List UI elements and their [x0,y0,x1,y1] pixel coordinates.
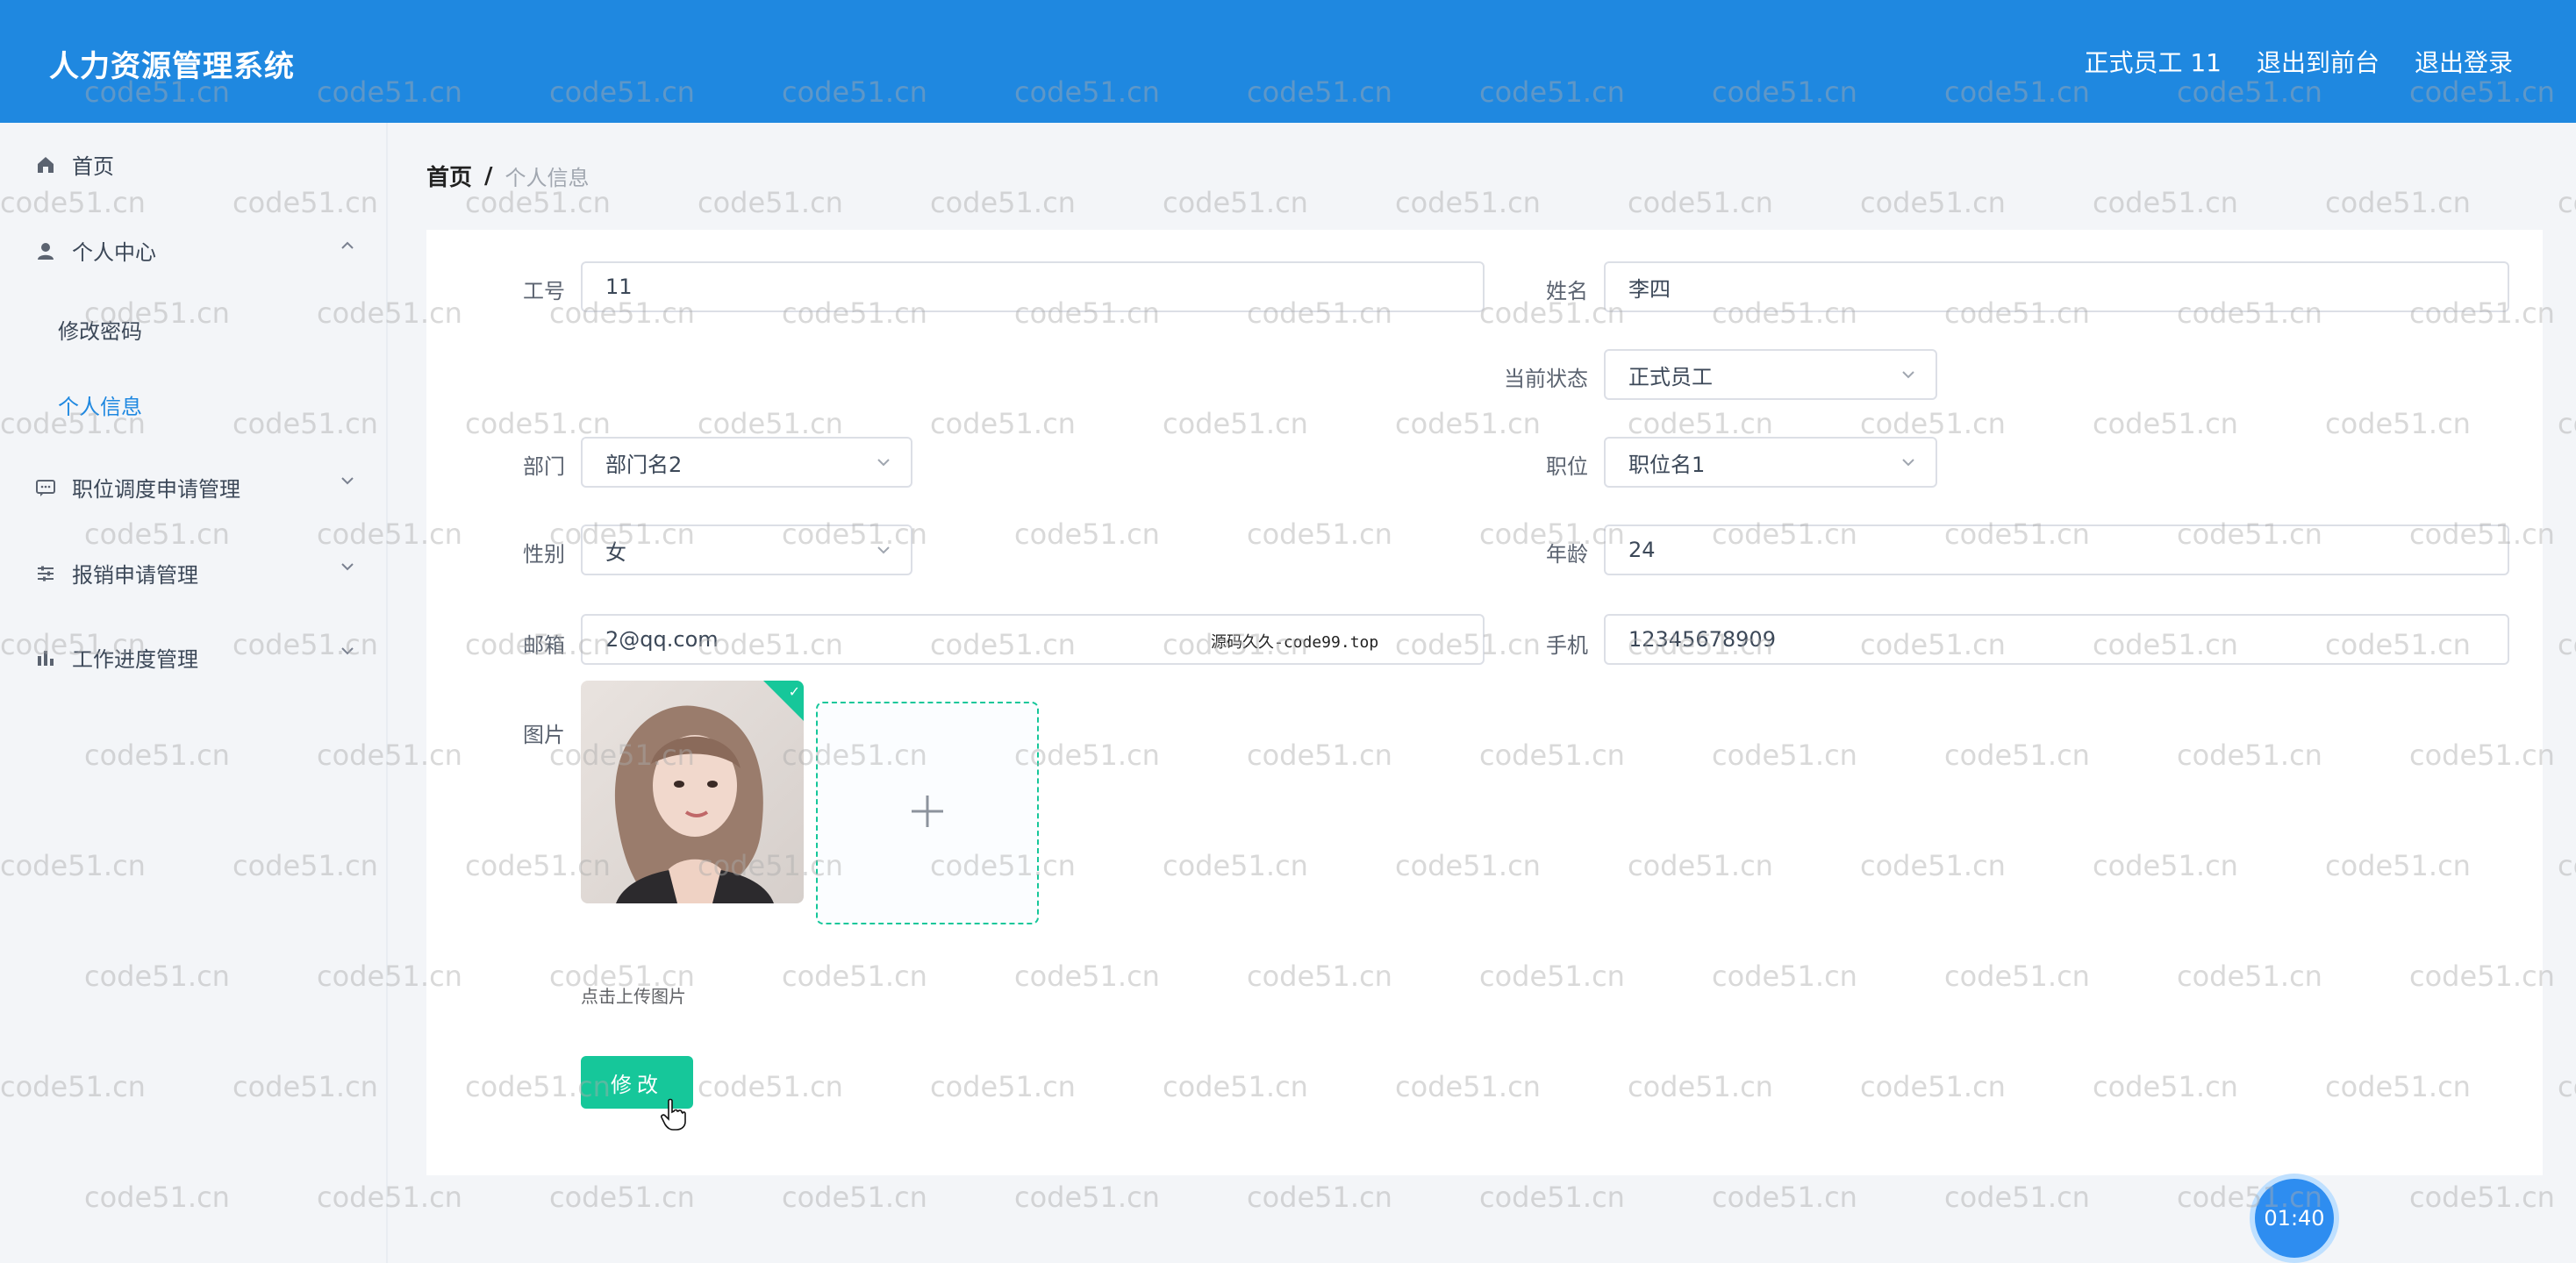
upload-image-button[interactable] [816,702,1039,924]
watermark-text: code51.cn [549,1181,695,1214]
age-field[interactable]: 24 [1604,524,2509,575]
watermark-text: code51.cn [2558,1070,2576,1103]
status-select[interactable]: 正式员工 [1604,349,1937,400]
chevron-down-icon [1899,453,1918,472]
chevron-down-icon[interactable] [339,558,356,575]
status-value: 正式员工 [1628,364,1713,389]
name-label: 姓名 [1546,279,1588,303]
recording-timer: 01:40 [2255,1179,2334,1258]
watermark-text: code51.cn [1014,1181,1160,1214]
watermark-text: code51.cn [2558,849,2576,882]
email-label: 邮箱 [523,633,565,658]
sidebar-item-work-progress[interactable]: 工作进度管理 [33,642,198,673]
breadcrumb-separator: / [484,162,493,189]
watermark-text: code51.cn [698,186,843,219]
bar-chart-icon [33,646,58,670]
top-header-bar: 人力资源管理系统 正式员工 11 退出到前台 退出登录 [0,0,2576,123]
name-field[interactable]: 李四 [1604,261,2509,312]
sidebar-item-transfer-requests[interactable]: 职位调度申请管理 [33,472,240,503]
sidebar-item-change-password[interactable]: 修改密码 [58,314,142,345]
name-value: 李四 [1628,276,1671,302]
employee-id-value: 11 [605,275,633,299]
age-value: 24 [1628,538,1656,562]
phone-label: 手机 [1546,633,1588,658]
plus-icon [908,792,947,834]
profile-photo[interactable]: ✓ [581,681,804,903]
gender-label: 性别 [523,542,565,567]
watermark-text: code51.cn [1944,1181,2090,1214]
employee-id-label: 工号 [523,279,565,303]
watermark-text: code51.cn [1395,186,1541,219]
watermark-text: code51.cn [2558,407,2576,440]
header-links: 正式员工 11 退出到前台 退出登录 [2084,44,2513,79]
hand-cursor-icon [660,1098,686,1135]
gender-value: 女 [605,539,626,565]
sliders-icon [33,561,58,586]
department-select[interactable]: 部门名2 [581,437,912,488]
watermark-text: code51.cn [2558,628,2576,661]
watermark-text: code51.cn [2093,186,2238,219]
user-icon [33,239,58,263]
breadcrumb-home[interactable]: 首页 [426,160,472,192]
sidebar-item-personal-info[interactable]: 个人信息 [58,389,142,420]
sidebar-item-label: 职位调度申请管理 [72,477,240,502]
watermark-text: code51.cn [2558,186,2576,219]
department-label: 部门 [523,454,565,479]
sidebar-item-label: 工作进度管理 [72,647,198,672]
logout-link[interactable]: 退出登录 [2415,44,2513,79]
watermark-text: code51.cn [1860,186,2006,219]
employee-id-field[interactable]: 11 [581,261,1485,312]
source-note: 源码久久-code99.top [1211,633,1379,652]
exit-to-frontend-link[interactable]: 退出到前台 [2257,44,2379,79]
sidebar-item-label: 报销申请管理 [72,563,198,588]
watermark-text: code51.cn [1628,186,1773,219]
check-icon: ✓ [788,683,800,700]
sidebar-item-label: 首页 [72,154,114,179]
department-value: 部门名2 [605,452,683,477]
watermark-text: code51.cn [930,186,1076,219]
position-label: 职位 [1546,454,1588,479]
position-select[interactable]: 职位名1 [1604,437,1937,488]
watermark-text: code51.cn [1163,186,1308,219]
watermark-text: code51.cn [2409,1181,2555,1214]
sidebar-item-personal-center[interactable]: 个人中心 [33,235,156,266]
breadcrumb-current: 个人信息 [504,166,590,190]
status-label: 当前状态 [1504,367,1588,391]
chevron-down-icon[interactable] [339,642,356,660]
watermark-text: code51.cn [1247,1181,1392,1214]
position-value: 职位名1 [1628,452,1706,477]
app-title: 人力资源管理系统 [49,49,295,84]
chevron-down-icon [874,453,893,472]
chevron-down-icon [874,540,893,560]
watermark-text: code51.cn [782,1181,927,1214]
sidebar-item-label: 个人中心 [72,240,156,265]
phone-field[interactable]: 12345678909 [1604,614,2509,665]
gender-select[interactable]: 女 [581,524,912,575]
photo-label: 图片 [523,723,565,747]
watermark-text: code51.cn [1479,1181,1625,1214]
chevron-down-icon[interactable] [339,472,356,489]
upload-hint-text: 点击上传图片 [581,986,686,1007]
breadcrumb: 首页 / 个人信息 [426,160,590,192]
current-user-label[interactable]: 正式员工 11 [2084,44,2222,79]
home-icon [33,153,58,177]
sidebar-item-home[interactable]: 首页 [33,149,114,180]
sidebar-item-reimbursement[interactable]: 报销申请管理 [33,558,198,589]
phone-value: 12345678909 [1628,627,1776,652]
sidebar: 首页 个人中心 修改密码 个人信息 职位调度申请管理 报销申请管理 工作进度管理 [0,123,388,1263]
chevron-up-icon[interactable] [339,237,356,254]
watermark-text: code51.cn [2325,186,2471,219]
chat-icon [33,475,58,500]
age-label: 年龄 [1546,542,1588,567]
watermark-text: code51.cn [1712,1181,1857,1214]
chevron-down-icon [1899,365,1918,384]
